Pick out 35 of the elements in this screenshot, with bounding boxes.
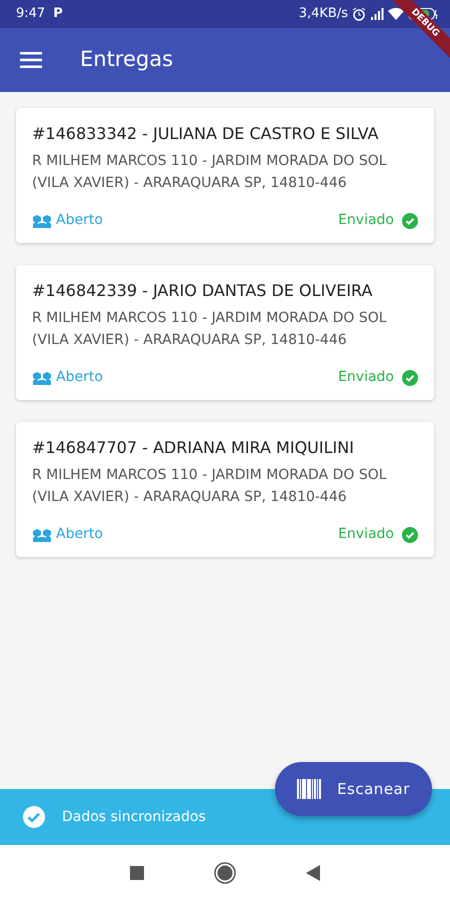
check-circle-icon [402,526,418,542]
boxes-icon [32,214,52,228]
boxes-icon [32,370,52,384]
delivery-address: R MILHEM MARCOS 110 - JARDIM MORADA DO SOL (VILA XAVIER) - ARARAQUARA SP, 14810-446 [32,309,388,350]
delivery-card[interactable]: #146842339 - JARIO DANTAS DE OLIVEIRA R MILHEM MARCOS 110 - JARDIM MORADA DO SOL (VILA XAVIER) - ARARAQUARA SP, 14810-446 Aberto Enviado [16,265,434,400]
delivery-card[interactable]: #146833342 - JULIANA DE CASTRO E SILVA R MILHEM MARCOS 110 - JARDIM MORADA DO SOL (VILA XAVIER) - ARARAQUARA SP, 14810-446 Aberto Enviado [16,108,434,243]
delivery-sync-status: Enviado [338,368,394,387]
boxes-icon [32,528,52,542]
barcode-icon [297,779,322,799]
screen-title: Entregas [80,46,174,74]
delivery-title: #146847707 - ADRIANA MIRA MIQUILINI [32,437,355,459]
network-speed: 3,4KB/s [298,5,348,24]
back-icon[interactable] [306,864,320,880]
delivery-title: #146842339 - JARIO DANTAS DE OLIVEIRA [32,280,374,302]
delivery-sync-status: Enviado [338,211,394,230]
delivery-address: R MILHEM MARCOS 110 - JARDIM MORADA DO SOL (VILA XAVIER) - ARARAQUARA SP, 14810-446 [32,466,388,507]
delivery-title: #146833342 - JULIANA DE CASTRO E SILVA [32,123,380,145]
status-time: 9:47 [16,5,46,24]
delivery-state: Aberto [56,368,103,387]
delivery-address: R MILHEM MARCOS 110 - JARDIM MORADA DO SOL (VILA XAVIER) - ARARAQUARA SP, 14810-446 [32,152,388,193]
delivery-state: Aberto [56,211,103,230]
recents-icon[interactable] [130,866,144,880]
check-circle-icon [402,370,418,386]
scan-button[interactable]: Escanear [275,762,432,816]
delivery-card[interactable]: #146847707 - ADRIANA MIRA MIQUILINI R MILHEM MARCOS 110 - JARDIM MORADA DO SOL (VILA XAVIER) - ARARAQUARA SP, 14810-446 Aberto Enviado [16,422,434,557]
signal-icon [370,8,384,20]
menu-icon[interactable] [20,52,42,68]
check-circle-icon [402,212,418,228]
alarm-icon [352,7,366,21]
home-icon[interactable] [214,862,236,884]
delivery-state: Aberto [56,525,103,544]
delivery-sync-status: Enviado [338,525,394,544]
sync-status-text: Dados sincronizados [62,808,206,826]
notification-letter: P [53,5,63,24]
wifi-icon [388,8,404,20]
